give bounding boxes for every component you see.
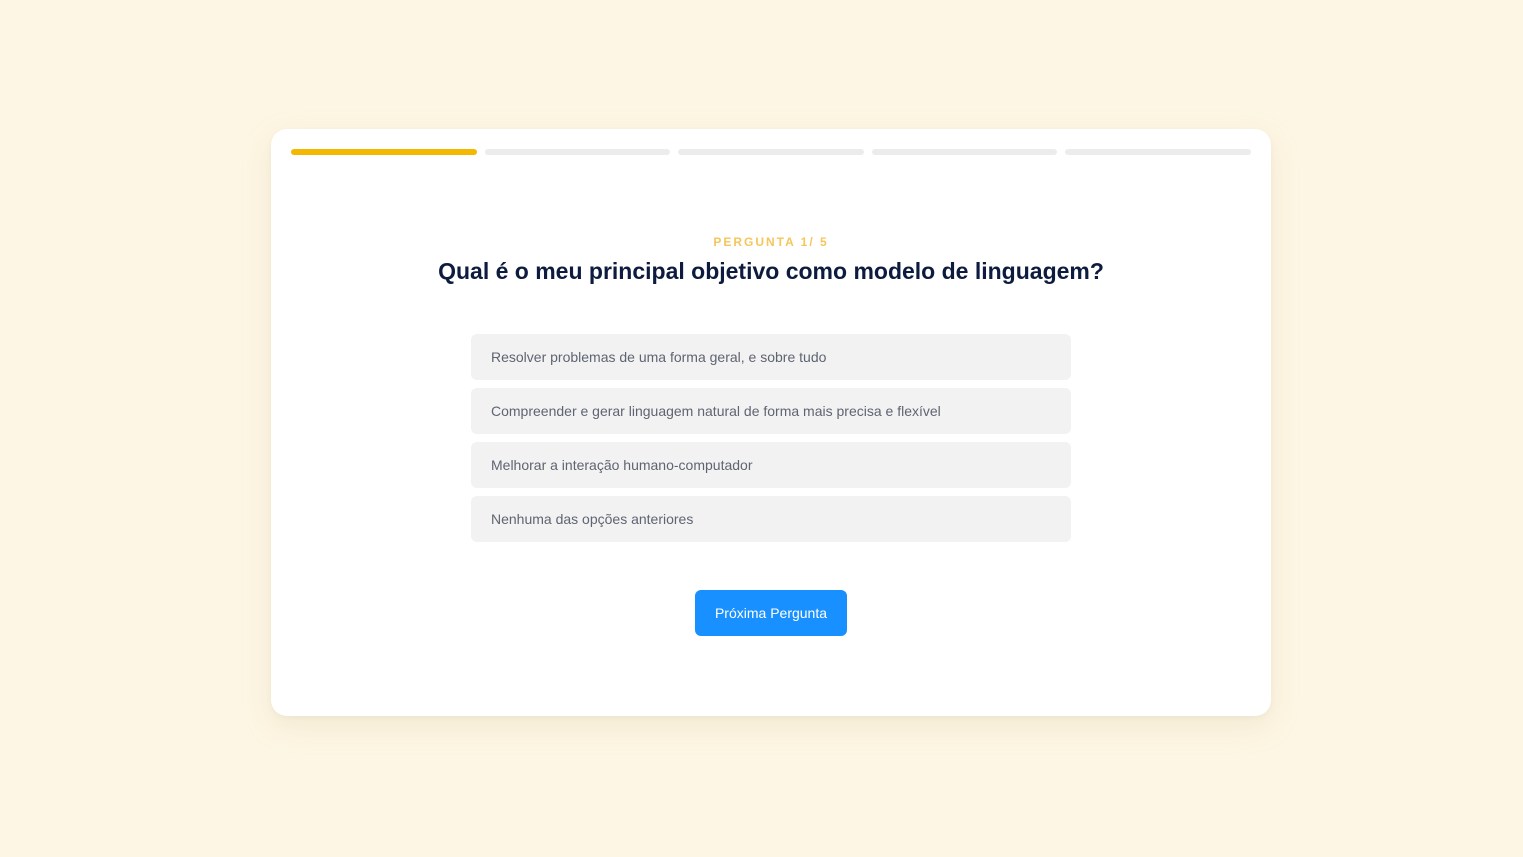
progress-segment-3 (678, 149, 864, 155)
progress-bar (291, 149, 1251, 155)
question-counter: PERGUNTA 1/ 5 (713, 235, 829, 249)
question-title: Qual é o meu principal objetivo como mod… (438, 258, 1104, 284)
answer-option[interactable]: Nenhuma das opções anteriores (471, 496, 1071, 542)
answer-option[interactable]: Melhorar a interação humano-computador (471, 442, 1071, 488)
quiz-card: PERGUNTA 1/ 5 Qual é o meu principal obj… (271, 129, 1271, 716)
answer-option-label: Melhorar a interação humano-computador (491, 457, 753, 473)
progress-segment-2 (484, 149, 671, 155)
answer-options: Resolver problemas de uma forma geral, e… (471, 334, 1071, 550)
next-question-button[interactable]: Próxima Pergunta (695, 590, 847, 636)
answer-option-label: Compreender e gerar linguagem natural de… (491, 403, 941, 419)
answer-option[interactable]: Resolver problemas de uma forma geral, e… (471, 334, 1071, 380)
progress-segment-5 (1065, 149, 1251, 155)
answer-option-label: Nenhuma das opções anteriores (491, 511, 694, 527)
answer-option-label: Resolver problemas de uma forma geral, e… (491, 349, 827, 365)
progress-segment-1 (291, 149, 477, 155)
answer-option[interactable]: Compreender e gerar linguagem natural de… (471, 388, 1071, 434)
progress-segment-4 (871, 149, 1058, 155)
